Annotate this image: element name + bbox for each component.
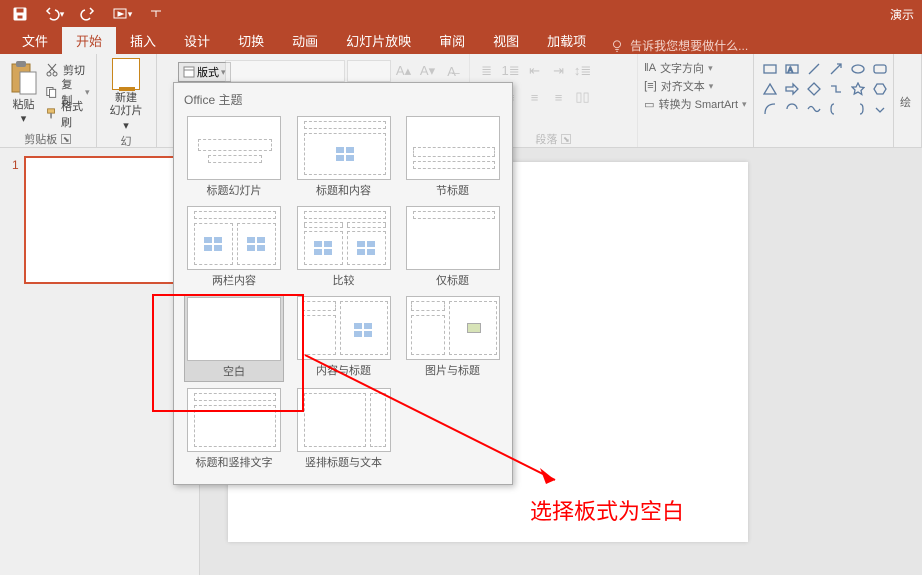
shape-bracket-icon[interactable] [848,100,868,118]
clipboard-group-label: 剪贴板 [24,131,57,147]
layout-item-blank[interactable]: 空白 [184,294,284,382]
tab-addins[interactable]: 加载项 [533,27,600,54]
new-slide-label: 新建 幻灯片 [110,92,143,118]
layout-dropdown: Office 主题 标题幻灯片 标题和内容 节标题 两栏内容 比较 仅标题 [173,82,513,485]
tell-me-text: 告诉我您想要做什么... [630,37,748,54]
slide-number: 1 [12,158,19,172]
new-slide-icon [112,58,140,90]
save-button[interactable] [4,2,36,26]
shape-oval-icon[interactable] [848,60,868,78]
shape-text-icon[interactable]: A [782,60,802,78]
paste-button[interactable]: 粘贴 ▾ [6,56,41,125]
annotation-text: 选择板式为空白 [530,494,684,526]
tab-transitions[interactable]: 切换 [224,27,278,54]
layout-item-section-header[interactable]: 节标题 [403,114,502,200]
justify-icon[interactable]: ≡ [548,86,570,108]
align-right-icon[interactable]: ≡ [524,86,546,108]
redo-button[interactable] [72,2,104,26]
layout-item-title-only[interactable]: 仅标题 [403,204,502,290]
convert-smartart-button[interactable]: ▭转换为 SmartArt▾ [644,96,746,112]
copy-icon [45,85,57,99]
shape-curve-icon[interactable] [760,100,780,118]
title-bar: ▾ ▾ 演示 [0,0,922,28]
paste-icon [8,60,38,96]
slide-thumbnail-panel: 1 [0,148,200,575]
line-spacing-icon[interactable]: ↕≣ [572,60,594,82]
shape-diamond-icon[interactable] [804,80,824,98]
lightbulb-icon [610,39,624,53]
group-shapes: A [754,54,894,147]
shape-brace-icon[interactable] [826,100,846,118]
decrease-font-icon[interactable]: A▾ [417,60,439,82]
clipboard-launcher[interactable]: ⬊ [61,134,71,144]
group-text-direction: ‖A文字方向▾ [≡]对齐文本▾ ▭转换为 SmartArt▾ [638,54,754,147]
layout-dropdown-header: Office 主题 [174,83,512,112]
layout-item-picture-caption[interactable]: 图片与标题 [403,294,502,382]
start-from-beginning-button[interactable]: ▾ [106,2,138,26]
slide-thumbnail-1[interactable] [24,156,192,284]
shapes-gallery[interactable]: A [760,60,890,118]
tab-slideshow[interactable]: 幻灯片放映 [332,27,425,54]
group-slides: 新建 幻灯片 ▾ 幻 [97,54,157,147]
text-direction-button[interactable]: ‖A文字方向▾ [644,60,746,76]
quick-access-toolbar: ▾ ▾ [4,2,172,26]
align-text-button[interactable]: [≡]对齐文本▾ [644,78,746,94]
columns-icon[interactable]: ▯▯ [572,86,594,108]
shape-hex-icon[interactable] [870,80,890,98]
paragraph-group-label: 段落 [535,131,557,147]
tab-view[interactable]: 视图 [479,27,533,54]
shape-star-icon[interactable] [848,80,868,98]
layout-item-comparison[interactable]: 比较 [294,204,393,290]
tab-file[interactable]: 文件 [8,27,62,54]
shape-more-icon[interactable] [870,100,890,118]
indent-dec-icon[interactable]: ⇤ [524,60,546,82]
svg-text:A: A [788,67,793,74]
layout-item-vertical-title-text[interactable]: 竖排标题与文本 [294,386,393,472]
paste-label: 粘贴 [12,96,34,112]
layout-item-content-caption[interactable]: 内容与标题 [294,294,393,382]
tab-animations[interactable]: 动画 [278,27,332,54]
group-drawing: 绘 [894,54,922,147]
clear-format-icon[interactable]: A̶ [441,60,463,82]
brush-icon [45,107,57,121]
layout-item-two-content[interactable]: 两栏内容 [184,204,284,290]
qat-customize[interactable] [140,2,172,26]
font-size-combo[interactable] [347,60,391,82]
shape-rarrow-icon[interactable] [782,80,802,98]
new-slide-button[interactable]: 新建 幻灯片 ▾ [103,58,150,134]
numbering-icon[interactable]: 1≣ [500,60,522,82]
paragraph-launcher[interactable]: ⬊ [561,134,571,144]
shape-line-icon[interactable] [804,60,824,78]
tell-me-box[interactable]: 告诉我您想要做什么... [610,37,748,54]
shape-triangle-icon[interactable] [760,80,780,98]
shape-rrect-icon[interactable] [870,60,890,78]
tab-insert[interactable]: 插入 [116,27,170,54]
scissors-icon [45,63,59,77]
tab-design[interactable]: 设计 [170,27,224,54]
shape-rect-icon[interactable] [760,60,780,78]
font-family-combo[interactable] [225,60,345,82]
ribbon-tabs: 文件 开始 插入 设计 切换 动画 幻灯片放映 审阅 视图 加载项 告诉我您想要… [0,28,922,54]
shape-wave-icon[interactable] [804,100,824,118]
indent-inc-icon[interactable]: ⇥ [548,60,570,82]
slides-group-label: 幻 [121,133,132,149]
shape-connector-icon[interactable] [826,80,846,98]
tab-review[interactable]: 审阅 [425,27,479,54]
title-text: 演示 [890,6,918,23]
undo-button[interactable]: ▾ [38,2,70,26]
tab-home[interactable]: 开始 [62,27,116,54]
shape-arc-icon[interactable] [782,100,802,118]
bullets-icon[interactable]: ≣ [476,60,498,82]
layout-item-title-vertical-text[interactable]: 标题和竖排文字 [184,386,284,472]
group-clipboard: 粘贴 ▾ 剪切 复制▾ 格式刷 剪贴板⬊ [0,54,97,147]
increase-font-icon[interactable]: A▴ [393,60,415,82]
layout-icon [183,66,195,78]
shape-arrow-icon[interactable] [826,60,846,78]
layout-item-title-slide[interactable]: 标题幻灯片 [184,114,284,200]
layout-item-title-content[interactable]: 标题和内容 [294,114,393,200]
format-painter-button[interactable]: 格式刷 [45,104,90,124]
